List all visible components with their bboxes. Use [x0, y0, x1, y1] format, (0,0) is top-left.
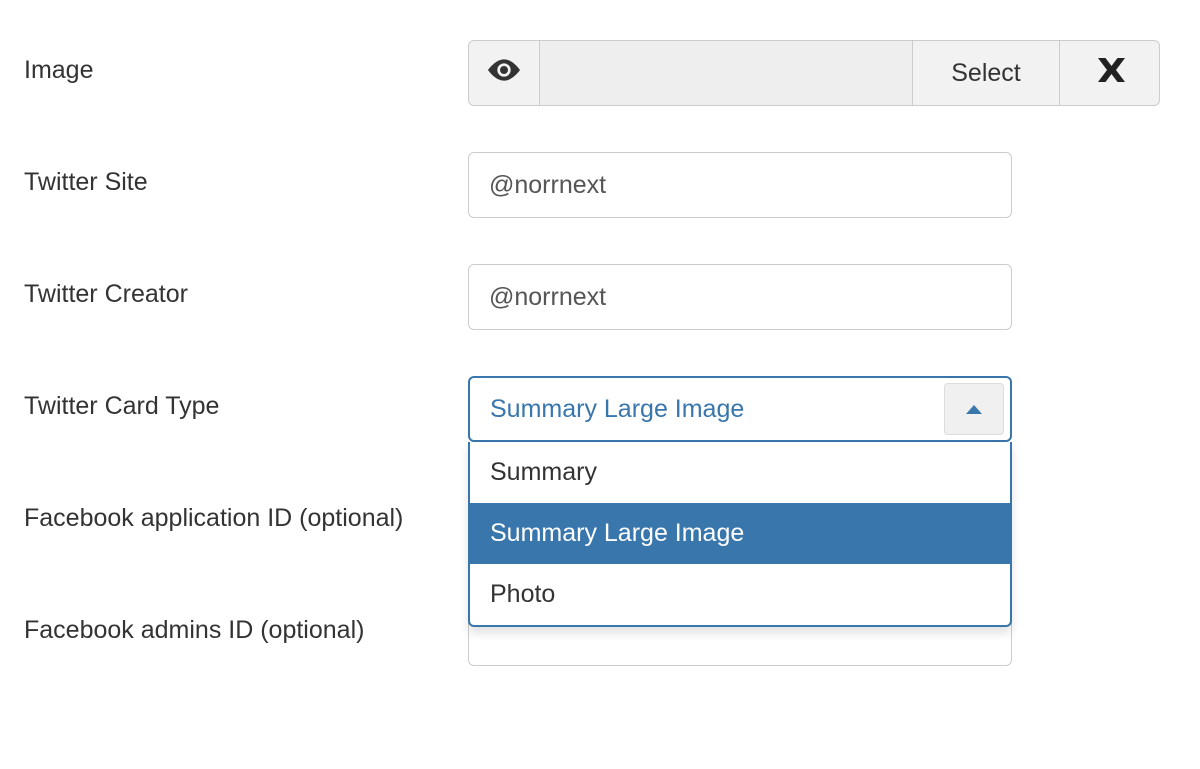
dropdown-option-summary[interactable]: Summary	[470, 442, 1010, 503]
form-row-twitter-site: Twitter Site	[24, 152, 1176, 218]
eye-icon	[488, 58, 520, 89]
dropdown-toggle[interactable]: Summary Large Image	[468, 376, 1012, 442]
clear-image-button[interactable]	[1060, 40, 1160, 106]
caret-up-icon	[966, 405, 982, 414]
dropdown-menu: Summary Summary Large Image Photo	[468, 442, 1012, 627]
twitter-creator-input[interactable]	[468, 264, 1012, 330]
dropdown-selected-value: Summary Large Image	[470, 395, 944, 424]
twitter-site-input[interactable]	[468, 152, 1012, 218]
twitter-card-type-select[interactable]: Summary Large Image Summary Summary Larg…	[468, 376, 1012, 442]
label-image: Image	[24, 40, 468, 87]
image-picker: Select	[468, 40, 1160, 106]
dropdown-arrow-button[interactable]	[944, 383, 1004, 435]
select-image-button[interactable]: Select	[912, 40, 1060, 106]
close-icon	[1092, 52, 1128, 95]
label-twitter-site: Twitter Site	[24, 152, 468, 199]
form-row-twitter-card-type: Twitter Card Type Summary Large Image Su…	[24, 376, 1176, 442]
label-twitter-card-type: Twitter Card Type	[24, 376, 468, 423]
label-fb-admins-id: Facebook admins ID (optional)	[24, 600, 468, 647]
form-row-image: Image Select	[24, 40, 1176, 106]
dropdown-option-summary-large-image[interactable]: Summary Large Image	[470, 503, 1010, 564]
label-twitter-creator: Twitter Creator	[24, 264, 468, 311]
image-path-display	[540, 40, 912, 106]
social-meta-form: Image Select Twitter Site Twitter Creato…	[0, 0, 1200, 706]
label-fb-app-id: Facebook application ID (optional)	[24, 488, 468, 535]
preview-button[interactable]	[468, 40, 540, 106]
dropdown-option-photo[interactable]: Photo	[470, 564, 1010, 625]
form-row-twitter-creator: Twitter Creator	[24, 264, 1176, 330]
